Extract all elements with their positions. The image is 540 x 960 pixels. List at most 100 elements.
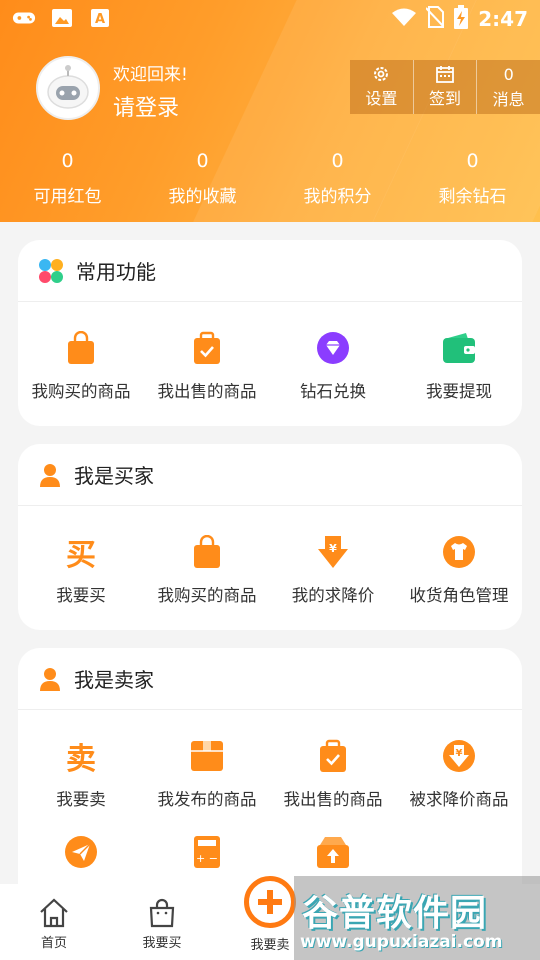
seller-card: 我是卖家 卖 我要卖 我发布的商品 我出售的商品 ¥ 被求降价商品 + −: [18, 648, 522, 908]
shopping-bag-icon: [61, 328, 101, 368]
tab-label: 我要卖: [250, 938, 290, 953]
grid-item-label: 被求降价商品: [409, 790, 509, 809]
buy-char-icon: 买: [66, 538, 96, 573]
grid-item-label: 收货角色管理: [409, 586, 509, 605]
grid-item-purchased[interactable]: 我购买的商品: [144, 532, 270, 606]
common-functions-card: 常用功能 我购买的商品 我出售的商品 钻石兑换 我要提现: [18, 240, 522, 426]
grid-item-upload[interactable]: [270, 832, 396, 872]
checked-bag-icon: [313, 736, 353, 776]
card-header: 常用功能: [18, 240, 522, 302]
buyer-card: 我是买家 买 我要买 我购买的商品 ¥ 我的求降价 收货角色管理: [18, 444, 522, 630]
tab-home[interactable]: 首页: [0, 884, 108, 960]
grid-item-want-buy[interactable]: 买 我要买: [18, 532, 144, 606]
grid-item-diamond-exchange[interactable]: 钻石兑换: [270, 328, 396, 402]
welcome-text: 欢迎回来!: [113, 65, 188, 85]
card-title: 我是买家: [74, 464, 154, 488]
price-down-icon: ¥: [313, 532, 353, 572]
messages-button[interactable]: 0 消息: [477, 60, 540, 114]
tab-buy[interactable]: 我要买: [108, 884, 216, 960]
settings-button[interactable]: 设置: [350, 60, 414, 114]
box-icon: [187, 736, 227, 776]
stats-row: 0 可用红包 0 我的收藏 0 我的积分 0 剩余钻石: [0, 150, 540, 207]
diamond-icon: [313, 328, 353, 368]
svg-text:A: A: [95, 12, 105, 27]
settings-label: 设置: [365, 89, 398, 108]
paper-plane-icon: [61, 832, 101, 872]
messages-count: 0: [503, 64, 514, 84]
tshirt-icon: [439, 532, 479, 572]
upload-box-icon: [313, 832, 353, 872]
svg-text:¥: ¥: [456, 748, 463, 759]
grid-item-want-sell[interactable]: 卖 我要卖: [18, 736, 144, 810]
grid-item-published[interactable]: 我发布的商品: [144, 736, 270, 810]
stat-favorites[interactable]: 0 我的收藏: [135, 150, 270, 207]
calendar-icon: [436, 66, 454, 83]
calculator-icon: + −: [187, 832, 227, 872]
user-icon: [40, 463, 60, 487]
no-sim-icon: [425, 6, 445, 32]
image-icon: [50, 7, 74, 29]
wallet-icon: [439, 328, 479, 368]
shopping-bag-icon: [187, 532, 227, 572]
grid-item-label: 我购买的商品: [157, 586, 257, 605]
profile-header: A 2:47 欢迎回来! 请登录 设置 签到 0 消息 0 可用红包 0 我的收…: [0, 0, 540, 222]
user-icon: [40, 667, 60, 691]
grid-item-label: 我发布的商品: [157, 790, 257, 809]
stat-red-packets[interactable]: 0 可用红包: [0, 150, 135, 207]
grid-item-label: 我出售的商品: [283, 790, 383, 809]
grid-item-label: 我的求降价: [291, 586, 375, 605]
watermark-url: www.gupuxiazai.com: [300, 932, 503, 952]
grid-item-label: 钻石兑换: [300, 382, 366, 401]
grid-item-label: 我要卖: [56, 790, 106, 809]
plus-circle-icon[interactable]: [244, 876, 296, 928]
grid-item-label: 我要买: [56, 586, 106, 605]
grid-item-withdraw[interactable]: 我要提现: [396, 328, 522, 402]
card-title: 我是卖家: [74, 668, 154, 692]
grid-item-label: 我购买的商品: [31, 382, 131, 401]
grid-item-sold[interactable]: 我出售的商品: [270, 736, 396, 810]
grid-item-price-request[interactable]: ¥ 我的求降价: [270, 532, 396, 606]
stat-value: 0: [331, 150, 344, 172]
checkin-button[interactable]: 签到: [414, 60, 478, 114]
price-down-circle-icon: ¥: [439, 736, 479, 776]
stat-label: 我的积分: [303, 187, 372, 207]
stat-label: 可用红包: [33, 187, 102, 207]
stat-label: 我的收藏: [168, 187, 237, 207]
watermark-overlay: 谷普软件园 www.gupuxiazai.com: [294, 876, 540, 960]
grid-item-send[interactable]: [18, 832, 144, 872]
stat-value: 0: [466, 150, 479, 172]
card-header: 我是买家: [18, 444, 522, 506]
svg-text:¥: ¥: [329, 542, 337, 555]
home-icon: [40, 898, 68, 928]
font-icon: A: [88, 7, 112, 29]
grid-item-label: 我出售的商品: [157, 382, 257, 401]
top-actions: 设置 签到 0 消息: [350, 60, 540, 114]
card-title: 常用功能: [76, 260, 156, 284]
avatar[interactable]: [36, 56, 100, 120]
login-link[interactable]: 请登录: [113, 90, 179, 122]
clock-time: 2:47: [478, 7, 528, 31]
checkin-label: 签到: [429, 89, 462, 108]
grid-item-purchased[interactable]: 我购买的商品: [18, 328, 144, 402]
tab-label: 我要买: [142, 936, 182, 951]
stat-label: 剩余钻石: [438, 187, 507, 207]
checked-bag-icon: [187, 328, 227, 368]
grid-item-price-requested[interactable]: ¥ 被求降价商品: [396, 736, 522, 810]
stat-points[interactable]: 0 我的积分: [270, 150, 405, 207]
stat-value: 0: [61, 150, 74, 172]
stat-diamonds[interactable]: 0 剩余钻石: [405, 150, 540, 207]
grid-item-label: 我要提现: [426, 382, 492, 401]
battery-charging-icon: [454, 5, 469, 33]
tab-label: 首页: [40, 936, 67, 951]
watermark-title: 谷普软件园: [302, 893, 488, 934]
card-header: 我是卖家: [18, 648, 522, 710]
four-petal-icon: [39, 258, 63, 283]
grid-item-receiver-roles[interactable]: 收货角色管理: [396, 532, 522, 606]
grid-item-sold[interactable]: 我出售的商品: [144, 328, 270, 402]
status-bar: A 2:47: [0, 0, 540, 36]
stat-value: 0: [196, 150, 209, 172]
grid-item-calculator[interactable]: + −: [144, 832, 270, 872]
gamepad-icon: [12, 7, 36, 29]
messages-label: 消息: [492, 89, 525, 109]
wifi-icon: [392, 8, 417, 30]
